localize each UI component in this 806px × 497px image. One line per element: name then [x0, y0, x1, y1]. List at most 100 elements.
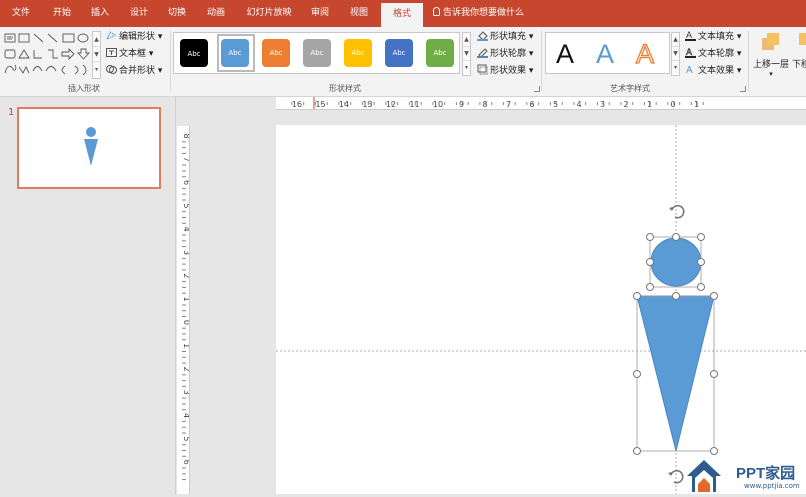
- ruler-tick-label: 3: [182, 390, 190, 395]
- tab-slideshow[interactable]: 幻灯片放映: [240, 0, 298, 27]
- text-outline-button[interactable]: A 文本轮廓 ▾: [685, 46, 741, 62]
- ruler-tick-label: 5: [182, 203, 190, 208]
- scroll-up-icon[interactable]: ▲: [93, 32, 100, 47]
- send-backward-icon: [799, 33, 806, 45]
- resize-handle: [672, 233, 680, 241]
- line-shape-icon: [33, 33, 44, 43]
- wordart-style-blue[interactable]: A: [596, 38, 614, 70]
- resize-handle: [697, 233, 705, 241]
- tell-me-text: 告诉我你想要做什么: [443, 8, 525, 18]
- vertical-textbox-shape-icon: [18, 33, 30, 43]
- gallery-more-icon[interactable]: ▾: [93, 62, 100, 77]
- triangle-shape[interactable]: [636, 295, 715, 452]
- shape-styles-dialog-launcher[interactable]: [534, 86, 540, 92]
- tab-file[interactable]: 文件: [4, 0, 38, 27]
- shape-style-swatch[interactable]: Abc: [385, 39, 413, 67]
- resize-handle: [697, 258, 705, 266]
- bring-forward-button[interactable]: 上移一层 ▾: [753, 31, 789, 78]
- ruler-tick-label: 11: [409, 100, 419, 109]
- merge-shapes-button[interactable]: 合并形状 ▾: [106, 63, 162, 79]
- scroll-up-icon[interactable]: ▲: [672, 33, 679, 47]
- slide-content: [276, 125, 806, 494]
- dropdown-arrow-icon: ▾: [769, 70, 773, 78]
- text-box-label: 文本框: [119, 49, 147, 59]
- ruler-tick-label: 13: [362, 100, 372, 109]
- tab-review[interactable]: 审阅: [303, 0, 337, 27]
- shape-style-swatch[interactable]: Abc: [344, 39, 372, 67]
- shapes-gallery[interactable]: [3, 31, 91, 77]
- pen-icon: [477, 47, 488, 58]
- elbow-connector-icon: [33, 50, 42, 59]
- rotate-handle-icon[interactable]: [669, 204, 685, 219]
- bring-forward-icon: [762, 33, 779, 50]
- ruler-tick-label: 8: [182, 133, 190, 138]
- text-fill-icon: A: [685, 30, 696, 41]
- shape-style-swatch[interactable]: Abc: [426, 39, 454, 67]
- tab-format[interactable]: 格式: [381, 3, 423, 27]
- tab-insert[interactable]: 插入: [82, 0, 118, 27]
- slide-canvas[interactable]: [276, 125, 806, 494]
- ruler-tick-label: 9: [459, 100, 464, 109]
- tab-view[interactable]: 视图: [341, 0, 377, 27]
- group-divider: [748, 31, 749, 91]
- gallery-more-icon[interactable]: ▾: [463, 61, 470, 75]
- slide-thumbnail-1[interactable]: [17, 107, 161, 189]
- circle-shape[interactable]: [649, 236, 702, 288]
- rotate-handle-icon[interactable]: [668, 469, 684, 484]
- merge-shapes-icon: [106, 64, 117, 75]
- gallery-more-icon[interactable]: ▾: [672, 61, 679, 75]
- scroll-up-icon[interactable]: ▲: [463, 33, 470, 47]
- tab-animations[interactable]: 动画: [198, 0, 234, 27]
- resize-handle: [646, 233, 654, 241]
- ruler-tick-label: 5: [182, 436, 190, 441]
- text-fill-button[interactable]: A 文本填充 ▾: [685, 29, 741, 45]
- wordart-style-orange-outline[interactable]: A: [635, 38, 654, 70]
- thumbnail-circle-shape: [86, 127, 96, 137]
- text-fill-label: 文本填充: [698, 32, 735, 42]
- edit-shape-button[interactable]: 编辑形状 ▾: [106, 29, 162, 45]
- scroll-down-icon[interactable]: ▼: [93, 47, 100, 62]
- shape-outline-button[interactable]: 形状轮廓 ▾: [477, 46, 533, 62]
- text-outline-label: 文本轮廓: [698, 49, 735, 59]
- tell-me-search[interactable]: 告诉我你想要做什么: [433, 0, 524, 27]
- slide-number: 1: [8, 107, 15, 118]
- ribbon: ▲ ▼ ▾ 编辑形状 ▾ 文本框 ▾ 合并形状 ▾ 插入形状 Abc Abc Abc…: [0, 27, 806, 97]
- shape-effects-label: 形状效果: [490, 66, 527, 76]
- shape-style-swatch[interactable]: Abc: [221, 39, 249, 67]
- svg-text:A: A: [686, 65, 693, 75]
- resize-handle: [672, 292, 680, 300]
- shapes-gallery-icons: [4, 33, 91, 76]
- ruler-tick-label: 4: [576, 100, 581, 109]
- ruler-tick-label: 4: [182, 227, 190, 232]
- watermark-url: www.pptjia.com: [744, 482, 800, 490]
- send-backward-button[interactable]: 下移: [792, 31, 806, 70]
- wordart-styles-scroll[interactable]: ▲ ▼ ▾: [671, 32, 680, 76]
- shape-style-swatch[interactable]: Abc: [180, 39, 208, 67]
- text-effects-button[interactable]: A 文本效果 ▾: [685, 63, 741, 79]
- text-box-button[interactable]: 文本框 ▾: [106, 46, 153, 62]
- shapes-gallery-scroll[interactable]: ▲ ▼ ▾: [92, 31, 101, 79]
- ribbon-tab-bar: 文件 开始 插入 设计 切换 动画 幻灯片放映 审阅 视图 格式 告诉我你想要做什么: [0, 0, 806, 27]
- ruler-tick-label: 6: [529, 100, 534, 109]
- send-backward-label: 下移: [792, 60, 806, 70]
- group-divider: [541, 31, 542, 91]
- scroll-down-icon[interactable]: ▼: [672, 47, 679, 61]
- wordart-styles-dialog-launcher[interactable]: [740, 86, 746, 92]
- shape-fill-button[interactable]: 形状填充 ▾: [477, 29, 533, 45]
- shape-effects-button[interactable]: 形状效果 ▾: [477, 63, 533, 79]
- ruler-tick-label: 1: [647, 100, 652, 109]
- shape-styles-scroll[interactable]: ▲ ▼ ▾: [462, 32, 471, 76]
- tab-design[interactable]: 设计: [121, 0, 157, 27]
- arrow-shape-icon: [61, 47, 75, 61]
- wordart-style-black[interactable]: A: [556, 38, 574, 70]
- tab-home[interactable]: 开始: [44, 0, 80, 27]
- wordart-styles-group-label: 艺术字样式: [610, 84, 650, 93]
- scroll-down-icon[interactable]: ▼: [463, 47, 470, 61]
- shape-style-swatch[interactable]: Abc: [303, 39, 331, 67]
- tab-transitions[interactable]: 切换: [159, 0, 195, 27]
- insert-shapes-group-label: 插入形状: [68, 84, 100, 93]
- ruler-tick-label: 12: [386, 100, 396, 109]
- paint-bucket-icon: [477, 30, 488, 41]
- shape-style-swatch[interactable]: Abc: [262, 39, 290, 67]
- wordart-styles-gallery[interactable]: A A A: [545, 32, 670, 74]
